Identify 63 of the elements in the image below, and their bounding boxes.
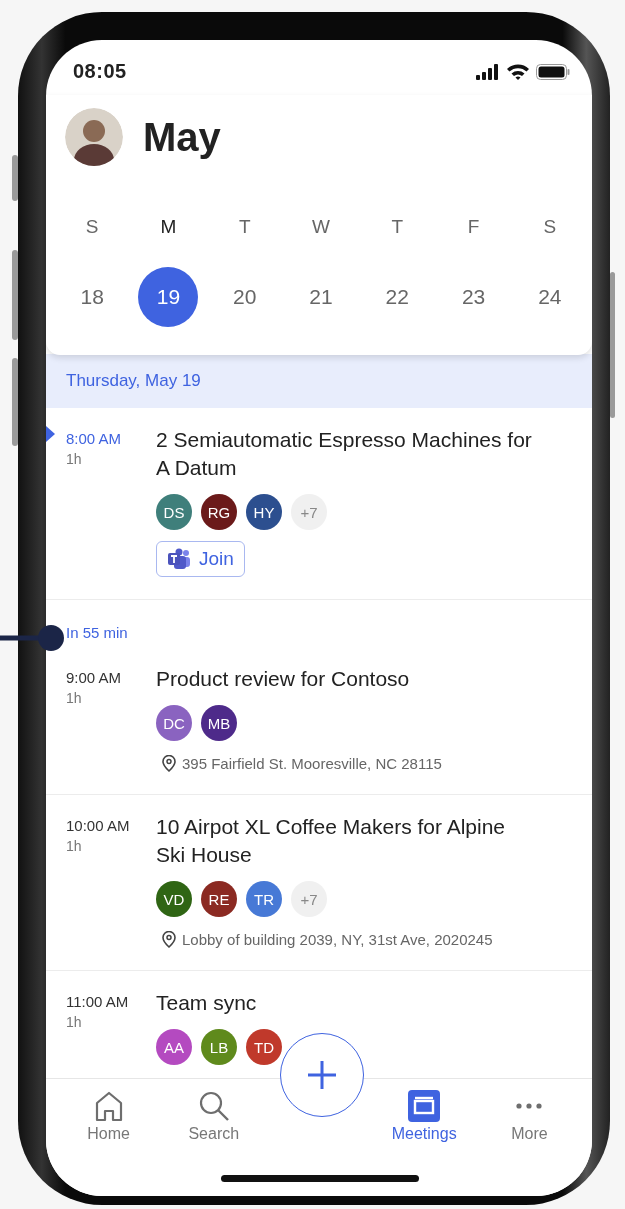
calendar-day[interactable]: 23	[443, 267, 504, 327]
meeting-title: Product review for Contoso	[156, 666, 410, 692]
attendee-avatar: TR	[246, 881, 282, 917]
meeting-duration: 1h	[66, 451, 82, 467]
attendee-avatar: DS	[156, 494, 192, 530]
more-icon	[516, 1103, 543, 1109]
attendee-avatar: AA	[156, 1029, 192, 1065]
calendar-day[interactable]: 18	[62, 267, 123, 327]
weekday-label: T	[391, 215, 404, 239]
leader-line	[0, 624, 66, 652]
attendee-avatar: LB	[201, 1029, 237, 1065]
attendee-avatar: VD	[156, 881, 192, 917]
status-time: 08:05	[73, 60, 127, 83]
date-heading: Thursday, May 19	[66, 371, 201, 391]
attendee-avatar: HY	[246, 494, 282, 530]
location-pin-icon	[162, 931, 176, 948]
tab[interactable]: Search	[161, 1085, 267, 1147]
weekday-label: T	[238, 215, 251, 239]
meeting-title: 2 Semiautomatic Espresso Machines for A Datum	[156, 427, 533, 481]
countdown-label: In 55 min	[66, 624, 128, 641]
battery-icon	[536, 63, 570, 80]
calendar-day[interactable]: 20	[214, 267, 275, 327]
weekday-label: S	[543, 215, 557, 239]
app-logo-icon	[167, 548, 191, 570]
weekday-label: M	[160, 215, 177, 239]
calendar-day[interactable]: 19	[138, 267, 199, 327]
calendar-day[interactable]: 21	[291, 267, 351, 327]
location-pin-icon	[162, 755, 176, 772]
meeting-duration: 1h	[66, 1014, 82, 1030]
attendee-avatar: TD	[246, 1029, 282, 1065]
tab[interactable]: Meetings	[371, 1085, 477, 1147]
more-attendees-count: +7	[291, 881, 327, 917]
calendar-day[interactable]: 22	[367, 267, 428, 327]
tab[interactable]: More	[476, 1085, 582, 1147]
more-attendees-count: +7	[291, 494, 327, 530]
wifi-icon	[506, 63, 530, 80]
join-button[interactable]: Join	[156, 541, 245, 577]
attendee-avatar: RG	[201, 494, 237, 530]
meeting-time: 8:00 AM	[66, 429, 122, 447]
signal-icon	[476, 63, 500, 80]
attendee-avatar: RE	[201, 881, 237, 917]
weekday-label: F	[467, 215, 480, 239]
meeting-time: 10:00 AM	[66, 816, 130, 834]
meeting-title: 10 Airpot XL Coffee Makers for Alpine Ski House	[156, 814, 507, 868]
meeting-time: 11:00 AM	[66, 992, 129, 1010]
meeting-location: 395 Fairfield St. Mooresville, NC 28115	[182, 755, 442, 772]
meeting-location: Lobby of building 2039, NY, 31st Ave, 2020245	[182, 931, 493, 948]
calendar-day[interactable]: 24	[519, 267, 580, 327]
calendar-icon	[407, 1089, 442, 1123]
avatar[interactable]	[65, 108, 123, 166]
meeting-title: Team sync	[156, 990, 257, 1016]
tab[interactable]: Home	[56, 1085, 162, 1147]
weekday-label: S	[85, 215, 99, 239]
meeting-duration: 1h	[66, 838, 82, 854]
meeting-item[interactable]: 10:00 AM 1h 10 Airpot XL Coffee Makers for Alpine Ski House VD RE TR +7 Lobby of building 2039, NY, 31st Ave, 2020245	[46, 795, 592, 971]
attendee-avatar: DC	[156, 705, 192, 741]
meeting-time: 9:00 AM	[66, 668, 122, 686]
plus-icon	[305, 1058, 339, 1092]
weekday-label: W	[312, 215, 330, 239]
attendee-avatar: MB	[201, 705, 237, 741]
meeting-item[interactable]: 8:00 AM 1h 2 Semiautomatic Espresso Machines for A Datum DS RG HY +7 Join	[46, 408, 592, 600]
month-title: May	[143, 114, 221, 160]
meeting-duration: 1h	[66, 690, 82, 706]
